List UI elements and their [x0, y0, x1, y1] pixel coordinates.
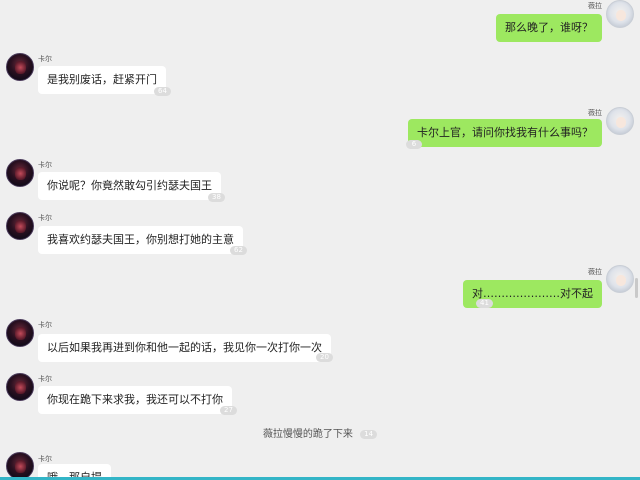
vera-avatar-icon[interactable]: [606, 0, 634, 28]
sender-name-vera: 薇拉: [588, 109, 602, 117]
message-count-badge: 27: [220, 406, 237, 415]
karl-avatar-icon[interactable]: [6, 212, 34, 240]
vera-avatar-icon[interactable]: [606, 265, 634, 293]
vera-avatar-icon[interactable]: [606, 107, 634, 135]
karl-avatar-icon[interactable]: [6, 53, 34, 81]
sender-name-karl: 卡尔: [38, 455, 52, 463]
sender-name-karl: 卡尔: [38, 214, 52, 222]
message-bubble[interactable]: 以后如果我再进到你和他一起的话，我见你一次打你一次: [38, 334, 331, 362]
karl-avatar-icon[interactable]: [6, 319, 34, 347]
message-bubble[interactable]: 我喜欢约瑟夫国王，你别想打她的主意: [38, 226, 243, 254]
message-count-badge: 38: [208, 193, 225, 202]
message-count-badge: 41: [476, 299, 493, 308]
sender-name-karl: 卡尔: [38, 161, 52, 169]
message-bubble[interactable]: 你现在跪下来求我，我还可以不打你: [38, 386, 232, 414]
message-count-badge: 6: [406, 140, 422, 149]
message-count-badge: 14: [360, 429, 378, 439]
sender-name-karl: 卡尔: [38, 55, 52, 63]
karl-avatar-icon[interactable]: [6, 159, 34, 187]
sender-name-vera: 薇拉: [588, 268, 602, 276]
message-bubble[interactable]: 那么晚了，谁呀？: [496, 14, 602, 42]
karl-avatar-icon[interactable]: [6, 452, 34, 480]
chat-window[interactable]: 薇拉 那么晚了，谁呀？ 卡尔 是我别废话，赶紧开门 64 薇拉 卡尔上官，请问你…: [0, 0, 640, 480]
sender-name-karl: 卡尔: [38, 321, 52, 329]
sender-name-vera: 薇拉: [588, 2, 602, 10]
message-bubble[interactable]: 卡尔上官，请问你找我有什么事吗？: [408, 119, 602, 147]
message-count-badge: 62: [230, 246, 247, 255]
message-count-badge: 64: [154, 87, 171, 96]
system-notice-text: 薇拉慢慢的跪了下来: [262, 429, 353, 440]
karl-avatar-icon[interactable]: [6, 373, 34, 401]
system-notice: 薇拉慢慢的跪了下来 14: [0, 428, 640, 442]
message-bubble[interactable]: 你说呢？你竟然敢勾引约瑟夫国王: [38, 172, 221, 200]
message-count-badge: 20: [316, 353, 333, 362]
message-bubble[interactable]: 是我别废话，赶紧开门: [38, 66, 166, 94]
scrollbar[interactable]: [635, 278, 638, 298]
sender-name-karl: 卡尔: [38, 375, 52, 383]
